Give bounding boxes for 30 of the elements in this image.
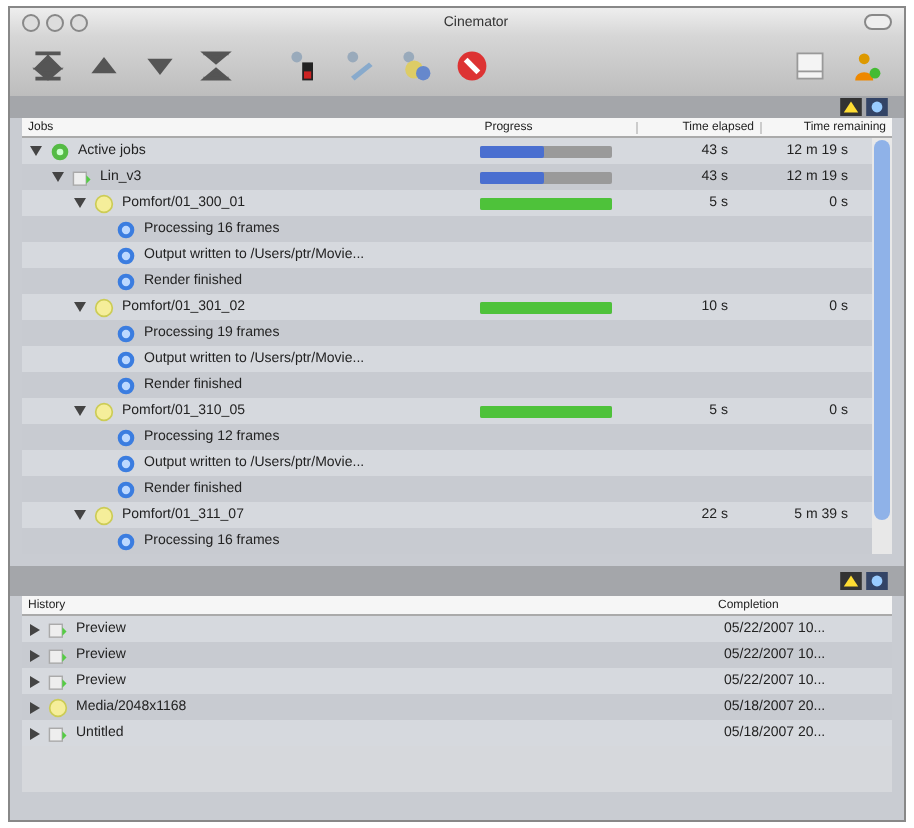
- warning-icon[interactable]: [840, 98, 862, 116]
- info-icon[interactable]: [866, 98, 888, 116]
- circle-icon: [94, 505, 114, 525]
- circle-icon: [48, 697, 68, 717]
- progress-bar: [480, 171, 612, 183]
- progress-bar: [480, 145, 612, 157]
- info-icon[interactable]: [866, 572, 888, 590]
- circle-icon: [94, 401, 114, 421]
- move-to-bottom-icon[interactable]: [198, 48, 234, 84]
- progress-bar: [480, 301, 612, 313]
- scroll-thumb[interactable]: [874, 140, 890, 520]
- scroll-bar[interactable]: [872, 138, 892, 554]
- info-icon: [116, 531, 136, 551]
- circle-icon: [94, 193, 114, 213]
- minimize-button[interactable]: [46, 13, 64, 31]
- document-icon: [72, 167, 92, 187]
- document-icon: [48, 645, 68, 665]
- toolbar-toggle-button[interactable]: [864, 14, 892, 30]
- document-icon: [48, 723, 68, 743]
- progress-bar: [480, 405, 612, 417]
- move-to-top-icon[interactable]: [30, 48, 66, 84]
- progress-bar: [480, 197, 612, 209]
- circle-icon: [94, 297, 114, 317]
- zoom-button[interactable]: [70, 13, 88, 31]
- warning-icon[interactable]: [840, 572, 862, 590]
- close-button[interactable]: [22, 13, 40, 31]
- document-icon: [48, 619, 68, 639]
- drawer-icon[interactable]: [792, 48, 828, 84]
- document-icon: [48, 671, 68, 691]
- stop-icon[interactable]: [454, 48, 490, 84]
